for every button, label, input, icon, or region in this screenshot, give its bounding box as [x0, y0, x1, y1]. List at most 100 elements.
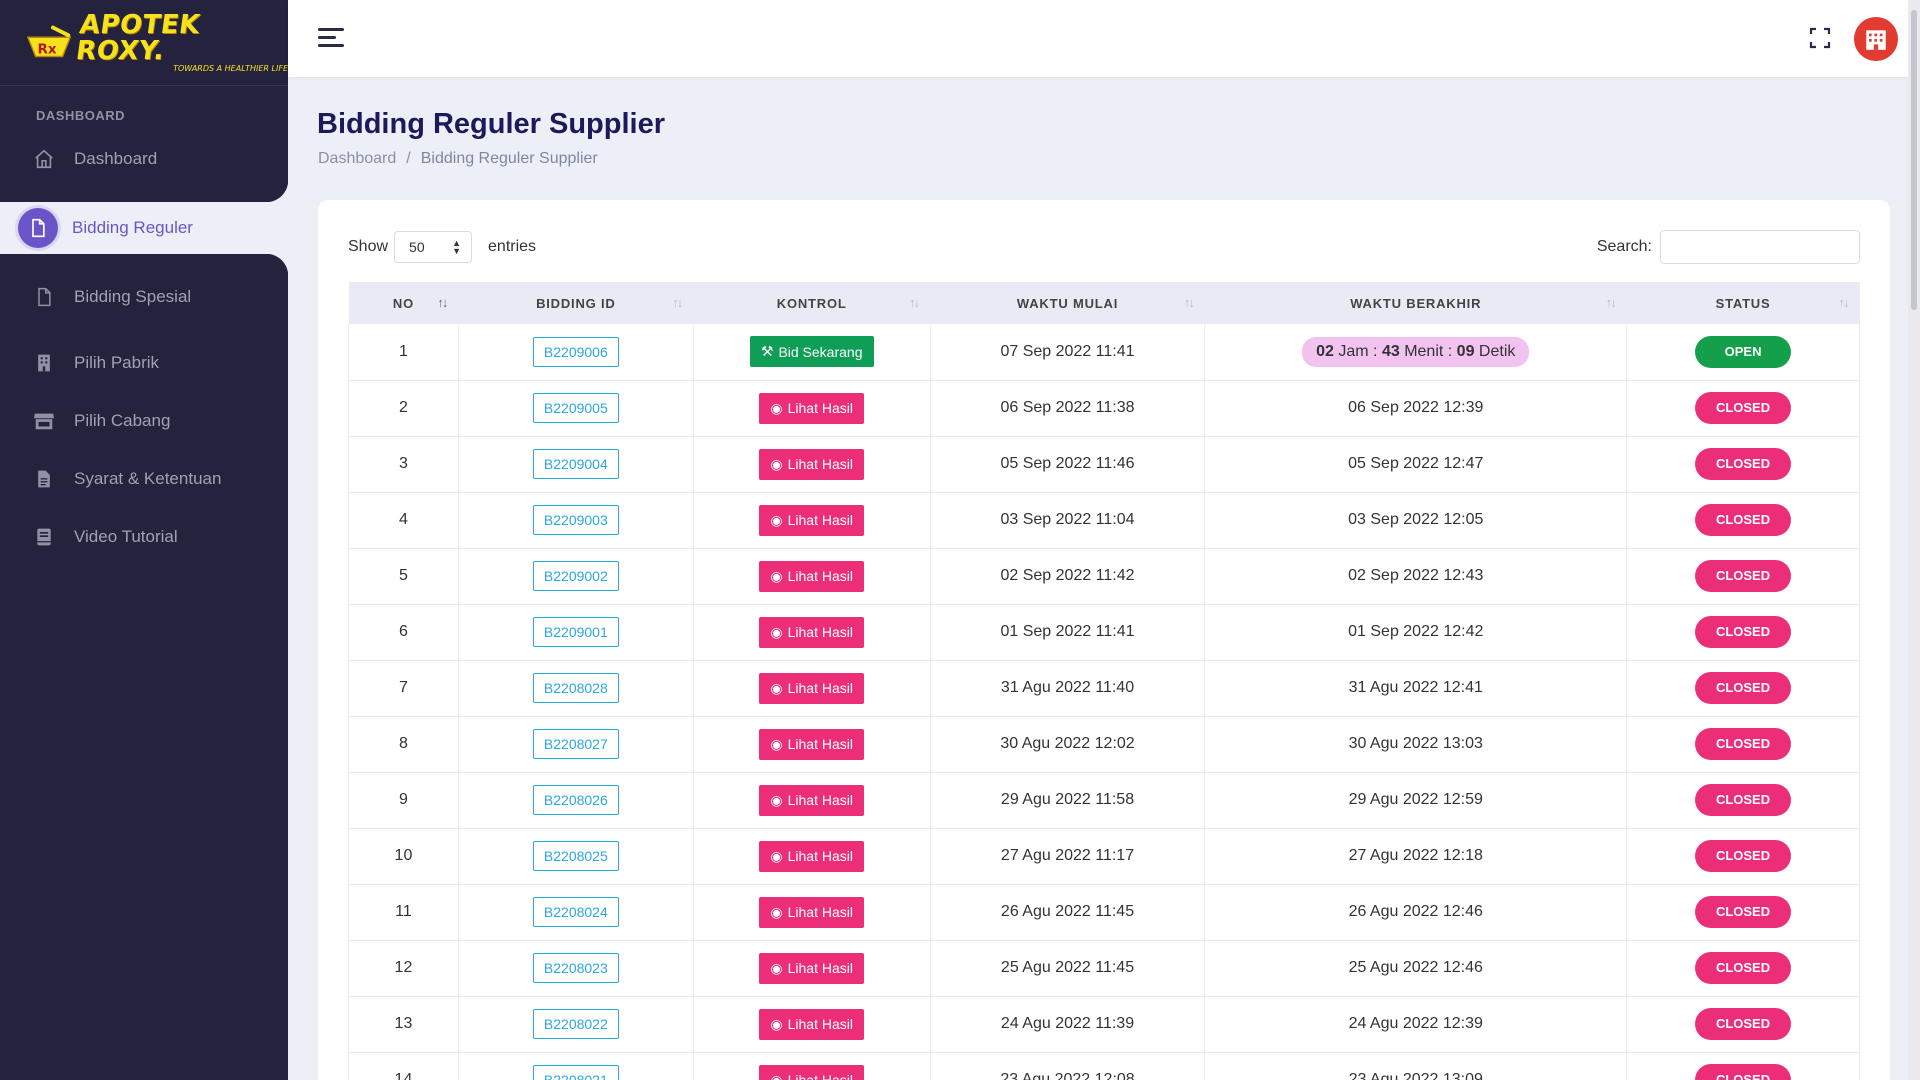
column-header-bidding-id[interactable]: BIDDING ID ↑↓	[458, 282, 693, 324]
sort-icon: ↑↓	[672, 295, 683, 310]
status-badge: CLOSED	[1695, 392, 1792, 424]
search-input[interactable]	[1660, 230, 1860, 264]
countdown-timer: 02 Jam : 43 Menit : 09 Detik	[1302, 336, 1530, 367]
lihat-hasil-button[interactable]: ◉ Lihat Hasil	[759, 560, 864, 592]
eye-icon: ◉	[770, 791, 783, 808]
row-number: 5	[348, 548, 459, 604]
lihat-hasil-button[interactable]: ◉ Lihat Hasil	[759, 952, 864, 984]
waktu-berakhir-value: 26 Agu 2022 12:46	[1348, 903, 1483, 920]
bidding-table: NO ↑↓ BIDDING ID ↑↓ KONTROL ↑↓ WAKTU MULAI ↑…	[348, 282, 1860, 1080]
eye-icon: ◉	[770, 1015, 783, 1032]
bidding-id-link[interactable]: B2209001	[532, 617, 619, 647]
column-header-waktu-mulai[interactable]: WAKTU MULAI ↑↓	[930, 282, 1205, 324]
status-badge: CLOSED	[1695, 560, 1792, 592]
row-number: 6	[348, 604, 459, 660]
eye-icon: ◉	[770, 903, 783, 920]
brand-tagline: TOWARDS A HEALTHIER LIFE	[173, 64, 288, 73]
waktu-mulai-value: 25 Agu 2022 11:45	[929, 940, 1205, 996]
bidding-id-link[interactable]: B2208025	[532, 841, 619, 871]
table-row: 9 B2208026 ◉ Lihat Hasil 29 Agu 2022 11:5…	[348, 772, 1860, 828]
lihat-hasil-button[interactable]: ◉ Lihat Hasil	[759, 1064, 864, 1080]
bidding-id-link[interactable]: B2209003	[532, 505, 619, 535]
brand-name: APOTEK ROXY.	[74, 10, 203, 66]
sidebar-item-label: Video Tutorial	[74, 527, 178, 546]
bidding-id-link[interactable]: B2208021	[532, 1065, 619, 1080]
waktu-berakhir-value: 01 Sep 2022 12:42	[1348, 623, 1484, 640]
avatar[interactable]	[1854, 17, 1898, 61]
breadcrumb: Dashboard / Bidding Reguler Supplier	[318, 150, 598, 168]
table-row: 4 B2209003 ◉ Lihat Hasil 03 Sep 2022 11:0…	[348, 492, 1860, 548]
select-arrows-icon: ▲ ▼	[452, 238, 462, 256]
lihat-hasil-button[interactable]: ◉ Lihat Hasil	[759, 616, 864, 648]
column-header-waktu-berakhir[interactable]: WAKTU BERAKHIR ↑↓	[1205, 282, 1627, 324]
status-badge: CLOSED	[1695, 896, 1792, 928]
status-badge: CLOSED	[1695, 840, 1792, 872]
bidding-id-link[interactable]: B2209002	[532, 561, 619, 591]
bidding-id-link[interactable]: B2208026	[532, 785, 619, 815]
sort-icon: ↑↓	[909, 295, 920, 310]
sidebar-item-syarat-ketentuan[interactable]: Syarat & Ketentuan	[0, 454, 288, 504]
table-row: 5 B2209002 ◉ Lihat Hasil 02 Sep 2022 11:4…	[348, 548, 1860, 604]
sidebar-item-label: Bidding Spesial	[74, 287, 192, 306]
lihat-hasil-button[interactable]: ◉ Lihat Hasil	[759, 1008, 864, 1040]
waktu-berakhir-value: 23 Agu 2022 13:09	[1348, 1071, 1483, 1080]
lihat-hasil-button[interactable]: ◉ Lihat Hasil	[759, 392, 864, 424]
lihat-hasil-button[interactable]: ◉ Lihat Hasil	[759, 448, 864, 480]
lihat-hasil-button[interactable]: ◉ Lihat Hasil	[759, 784, 864, 816]
lihat-hasil-button[interactable]: ◉ Lihat Hasil	[759, 840, 864, 872]
hamburger-icon[interactable]	[318, 28, 344, 50]
bidding-id-link[interactable]: B2208027	[532, 729, 619, 759]
bidding-id-link[interactable]: B2208023	[532, 953, 619, 983]
row-number: 13	[348, 996, 459, 1052]
search-control: Search:	[1597, 230, 1860, 264]
bidding-id-link[interactable]: B2208022	[532, 1009, 619, 1039]
bidding-table-card: Show 50 ▲ ▼ entries Search: NO ↑↓ BIDDING …	[318, 200, 1890, 1080]
sidebar-item-video-tutorial[interactable]: Video Tutorial	[0, 512, 288, 562]
sort-icon: ↑↓	[437, 295, 448, 310]
brand-logo[interactable]: Rx APOTEK ROXY. TOWARDS A HEALTHIER LIFE	[24, 10, 288, 73]
nav-heading: DASHBOARD	[36, 108, 125, 123]
waktu-mulai-value: 01 Sep 2022 11:41	[929, 604, 1205, 660]
table-header-row: NO ↑↓ BIDDING ID ↑↓ KONTROL ↑↓ WAKTU MULAI ↑…	[348, 282, 1860, 324]
lihat-hasil-button[interactable]: ◉ Lihat Hasil	[759, 728, 864, 760]
bid-sekarang-button[interactable]: ⚒ Bid Sekarang	[749, 336, 874, 368]
waktu-mulai-value: 23 Agu 2022 12:08	[929, 1052, 1205, 1080]
sidebar-item-bidding-spesial[interactable]: Bidding Spesial	[0, 272, 288, 322]
entries-select[interactable]: 50 ▲ ▼	[394, 231, 473, 263]
lihat-hasil-button[interactable]: ◉ Lihat Hasil	[759, 504, 864, 536]
lihat-hasil-button[interactable]: ◉ Lihat Hasil	[759, 672, 864, 704]
bidding-id-link[interactable]: B2208024	[532, 897, 619, 927]
row-number: 11	[348, 884, 459, 940]
waktu-berakhir-value: 25 Agu 2022 12:46	[1348, 959, 1483, 976]
row-number: 9	[348, 772, 459, 828]
bidding-id-link[interactable]: B2209006	[532, 336, 619, 367]
table-row: 7 B2208028 ◉ Lihat Hasil 31 Agu 2022 11:4…	[348, 660, 1860, 716]
sidebar-item-dashboard[interactable]: Dashboard	[0, 134, 288, 184]
sidebar-item-pilih-pabrik[interactable]: Pilih Pabrik	[0, 338, 288, 388]
breadcrumb-dashboard-link[interactable]: Dashboard	[318, 150, 396, 168]
sidebar-item-bidding-reguler[interactable]: Bidding Reguler	[0, 180, 288, 276]
waktu-berakhir-value: 02 Sep 2022 12:43	[1348, 567, 1484, 584]
row-number: 10	[348, 828, 459, 884]
bidding-id-link[interactable]: B2208028	[532, 673, 619, 703]
fullscreen-icon[interactable]	[1808, 26, 1832, 50]
svg-text:Rx: Rx	[37, 41, 56, 57]
status-badge: CLOSED	[1695, 1064, 1792, 1080]
lihat-hasil-button[interactable]: ◉ Lihat Hasil	[759, 896, 864, 928]
page-scrollbar[interactable]	[1908, 0, 1920, 1080]
sidebar-item-pilih-cabang[interactable]: Pilih Cabang	[0, 396, 288, 446]
search-label: Search:	[1596, 238, 1652, 255]
eye-icon: ◉	[770, 735, 783, 752]
row-number: 14	[348, 1052, 459, 1080]
bidding-id-link[interactable]: B2209004	[532, 449, 619, 479]
scrollbar-thumb[interactable]	[1911, 10, 1917, 310]
document-icon	[18, 208, 58, 248]
column-header-status[interactable]: STATUS ↑↓	[1627, 282, 1860, 324]
waktu-mulai-value: 30 Agu 2022 12:02	[929, 716, 1205, 772]
eye-icon: ◉	[770, 623, 783, 640]
column-header-no[interactable]: NO ↑↓	[349, 282, 459, 324]
sort-icon: ↑↓	[1838, 295, 1850, 310]
page-title: Bidding Reguler Supplier	[317, 108, 666, 140]
bidding-id-link[interactable]: B2209005	[532, 393, 619, 423]
column-header-kontrol[interactable]: KONTROL ↑↓	[693, 282, 930, 324]
